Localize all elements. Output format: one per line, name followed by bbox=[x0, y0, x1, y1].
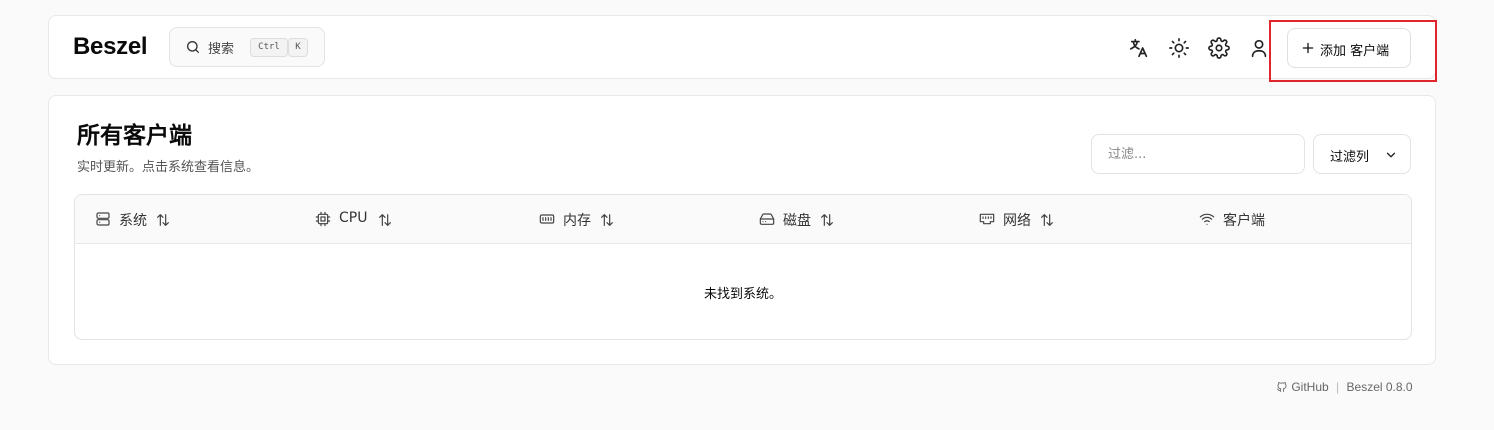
column-label: CPU bbox=[339, 210, 368, 226]
systems-table: 系统 CPU 内存 磁盘 网络 客户端 未找到系统。 bbox=[74, 194, 1412, 340]
sort-arrows-icon[interactable] bbox=[155, 212, 171, 228]
footer: GitHub | Beszel 0.8.0 bbox=[1276, 379, 1413, 394]
cpu-icon bbox=[315, 211, 331, 227]
wifi-icon bbox=[1199, 211, 1215, 227]
server-icon bbox=[95, 211, 111, 227]
column-label: 系统 bbox=[119, 213, 147, 229]
filter-columns-button[interactable]: 过滤列 bbox=[1313, 134, 1411, 174]
footer-separator: | bbox=[1336, 379, 1340, 394]
search-label: 搜索 bbox=[208, 42, 235, 57]
empty-state-message: 未找到系统。 bbox=[703, 287, 782, 302]
column-memory[interactable]: 内存 bbox=[539, 210, 739, 230]
search-button[interactable]: 搜索 Ctrl K bbox=[169, 27, 325, 67]
column-disk[interactable]: 磁盘 bbox=[759, 210, 959, 230]
shortcut-ctrl-key: Ctrl bbox=[250, 38, 288, 57]
column-label: 磁盘 bbox=[783, 213, 811, 229]
column-label: 客户端 bbox=[1223, 213, 1265, 229]
filter-input[interactable] bbox=[1091, 134, 1305, 174]
language-icon[interactable] bbox=[1128, 37, 1150, 59]
sort-arrows-icon[interactable] bbox=[819, 212, 835, 228]
table-header: 系统 CPU 内存 磁盘 网络 客户端 bbox=[75, 195, 1411, 244]
filter-columns-label: 过滤列 bbox=[1330, 150, 1370, 165]
version-link[interactable]: Beszel 0.8.0 bbox=[1347, 380, 1413, 394]
user-icon[interactable] bbox=[1248, 37, 1270, 59]
highlight-box bbox=[1269, 20, 1437, 82]
github-icon[interactable] bbox=[1276, 381, 1288, 393]
column-client: 客户端 bbox=[1199, 210, 1399, 230]
column-cpu[interactable]: CPU bbox=[315, 210, 515, 230]
app-logo[interactable]: Beszel bbox=[73, 33, 148, 61]
chevron-down-icon bbox=[1384, 148, 1398, 162]
column-system[interactable]: 系统 bbox=[95, 210, 295, 230]
column-network[interactable]: 网络 bbox=[979, 210, 1179, 230]
top-navbar: Beszel 搜索 Ctrl K 添加 客户端 bbox=[48, 15, 1436, 79]
sort-arrows-icon[interactable] bbox=[377, 212, 393, 228]
shortcut-k-key: K bbox=[288, 38, 308, 57]
page-subtitle: 实时更新。点击系统查看信息。 bbox=[77, 160, 260, 175]
systems-card: 所有客户端 实时更新。点击系统查看信息。 过滤列 系统 bbox=[48, 95, 1436, 365]
search-icon bbox=[185, 39, 201, 55]
network-icon bbox=[979, 211, 995, 227]
theme-sun-icon[interactable] bbox=[1168, 37, 1190, 59]
hard-drive-icon bbox=[759, 211, 775, 227]
column-label: 内存 bbox=[563, 213, 591, 229]
sort-arrows-icon[interactable] bbox=[1039, 212, 1055, 228]
sort-arrows-icon[interactable] bbox=[599, 212, 615, 228]
memory-icon bbox=[539, 211, 555, 227]
page-title: 所有客户端 bbox=[77, 123, 192, 149]
settings-gear-icon[interactable] bbox=[1208, 37, 1230, 59]
column-label: 网络 bbox=[1003, 213, 1031, 229]
github-link[interactable]: GitHub bbox=[1291, 380, 1328, 394]
